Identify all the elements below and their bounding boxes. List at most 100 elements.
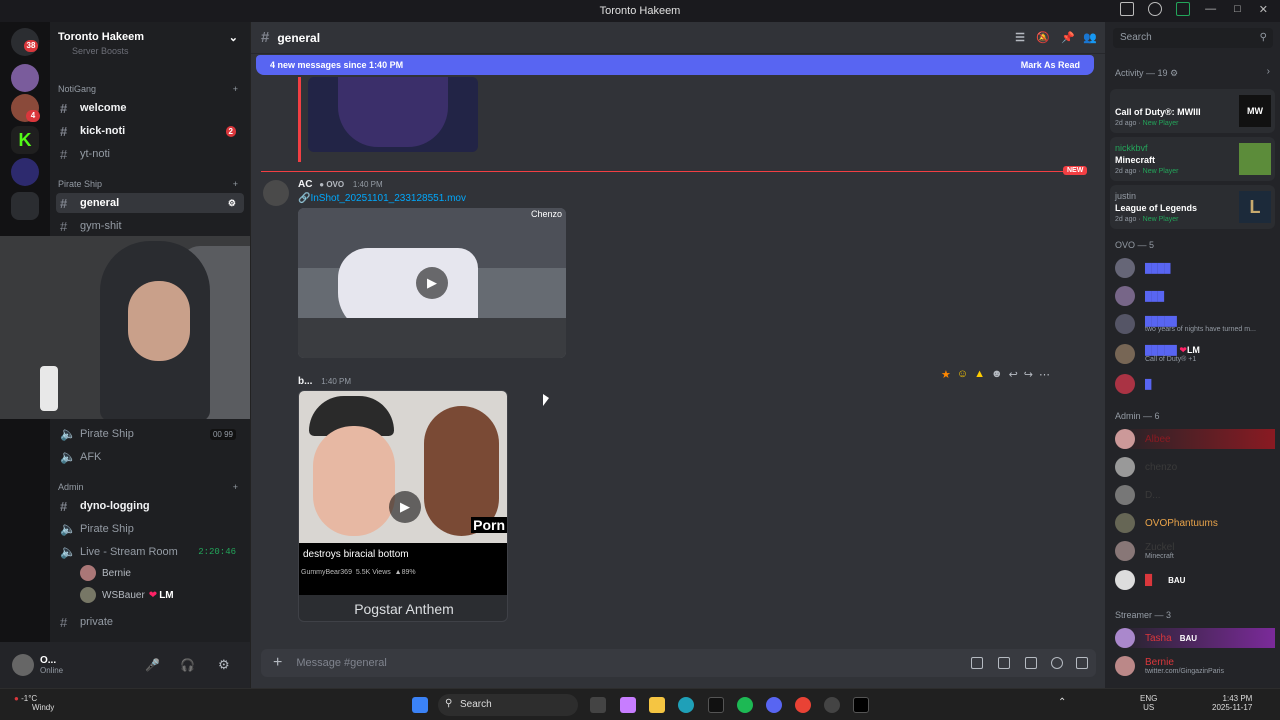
- microphone-icon[interactable]: 🎤: [145, 658, 160, 672]
- hash-icon: #: [60, 123, 68, 139]
- channel-dyno-logging[interactable]: # dyno-logging: [56, 496, 244, 516]
- channel-welcome[interactable]: # welcome: [56, 98, 244, 118]
- close-button[interactable]: ✕: [1259, 3, 1268, 16]
- settings-icon: ⚙: [1170, 68, 1179, 78]
- voice-channel-pirate-ship[interactable]: 🔈 Pirate Ship 00 99: [56, 424, 244, 444]
- emoji-icon[interactable]: [1051, 657, 1063, 669]
- gift-icon[interactable]: [971, 657, 983, 669]
- video-attachment[interactable]: Chenzo ▶: [298, 208, 566, 358]
- mute-icon[interactable]: 🔕: [1036, 31, 1050, 44]
- category-pirate-ship[interactable]: Pirate Ship +: [58, 179, 238, 189]
- language-indicator[interactable]: ENG US: [1140, 694, 1157, 712]
- new-messages-text: 4 new messages since 1:40 PM: [270, 60, 404, 70]
- activity-card[interactable]: justin League of Legends 2d ago · New Pl…: [1110, 185, 1275, 229]
- voice-user-bernie[interactable]: Bernie: [80, 565, 131, 581]
- message-composer[interactable]: + Message #general: [261, 649, 1096, 677]
- voice-channel-live-stream[interactable]: 🔈 Live - Stream Room 2:20:46: [56, 542, 244, 562]
- member[interactable]: █████ ❤LM Call of Duty® +1: [1115, 344, 1200, 364]
- server-icon[interactable]: [11, 158, 39, 186]
- chevron-right-icon[interactable]: ›: [1267, 66, 1270, 77]
- tray-chevron-icon[interactable]: ⌃: [1058, 697, 1066, 708]
- thumbs-up-icon[interactable]: ▲: [974, 368, 985, 380]
- avatar[interactable]: [12, 654, 34, 676]
- activity-card[interactable]: nickkbvf Minecraft 2d ago · New Player: [1110, 137, 1275, 181]
- obs-icon[interactable]: [824, 697, 840, 713]
- activity-header[interactable]: Activity — 19 ⚙: [1115, 68, 1178, 79]
- video-embed[interactable]: Porn ▶ destroys biracial bottom GummyBea…: [298, 390, 508, 622]
- members-icon[interactable]: 👥: [1083, 31, 1097, 44]
- inbox-icon[interactable]: [1120, 2, 1134, 16]
- window-title: Toronto Hakeem: [599, 5, 681, 17]
- gif-icon[interactable]: [998, 657, 1010, 669]
- channel-kick-noti[interactable]: # kick-noti 2: [56, 121, 244, 141]
- folder-icon[interactable]: [11, 192, 39, 220]
- sticker-icon[interactable]: [1025, 657, 1037, 669]
- start-icon[interactable]: [412, 697, 428, 713]
- headphones-icon[interactable]: 🎧: [180, 658, 195, 672]
- channel-gym[interactable]: # gym-shit: [56, 216, 244, 236]
- message-author[interactable]: AC ● OVO 1:40 PM: [298, 179, 383, 190]
- member[interactable]: D...: [1115, 485, 1161, 505]
- threads-icon[interactable]: ☰: [1015, 31, 1025, 44]
- member[interactable]: Tasha BAU: [1115, 628, 1275, 648]
- member[interactable]: █: [1115, 374, 1151, 394]
- play-icon[interactable]: ▶: [416, 267, 448, 299]
- member[interactable]: chenzo: [1115, 457, 1177, 477]
- member[interactable]: Zuckel Minecraft: [1115, 541, 1174, 561]
- settings-icon[interactable]: ⚙: [218, 657, 230, 673]
- activity-card[interactable]: Call of Duty®: MWIII 2d ago · New Player…: [1110, 89, 1275, 133]
- channel-general[interactable]: # general ⚙: [56, 193, 244, 213]
- maximize-button[interactable]: □: [1234, 3, 1241, 16]
- previous-image[interactable]: [308, 77, 478, 152]
- new-messages-bar[interactable]: 4 new messages since 1:40 PM Mark As Rea…: [256, 55, 1094, 75]
- more-icon[interactable]: ⋯: [1039, 368, 1050, 381]
- member[interactable]: Bernie twitter.com/GingazinParis: [1115, 656, 1224, 676]
- tiktok-icon[interactable]: [853, 697, 869, 713]
- channel-private[interactable]: # private: [56, 612, 244, 632]
- server-icon[interactable]: [11, 64, 39, 92]
- member[interactable]: ███: [1115, 286, 1164, 306]
- rofl-reaction-icon[interactable]: ☺: [957, 368, 968, 380]
- apps-icon[interactable]: [1076, 657, 1088, 669]
- taskbar-search[interactable]: ⚲ Search: [438, 694, 578, 716]
- server-boosts[interactable]: Server Boosts: [72, 46, 129, 56]
- spotify-icon[interactable]: [737, 697, 753, 713]
- add-attachment-icon[interactable]: +: [273, 654, 282, 672]
- weather-widget[interactable]: ● -1°C Windy: [14, 694, 54, 712]
- forward-icon[interactable]: ↪: [1024, 368, 1033, 381]
- hash-icon: #: [60, 498, 68, 514]
- download-icon[interactable]: [1176, 2, 1190, 16]
- voice-channel-admin-pirate[interactable]: 🔈 Pirate Ship: [56, 519, 244, 539]
- search-input[interactable]: Search ⚲: [1113, 28, 1273, 48]
- voice-channel-afk[interactable]: 🔈 AFK: [56, 447, 244, 467]
- member[interactable]: ████: [1115, 258, 1171, 278]
- minimize-button[interactable]: —: [1205, 3, 1216, 16]
- pin-icon[interactable]: 📌: [1061, 31, 1075, 44]
- help-icon[interactable]: [1148, 2, 1162, 16]
- reply-icon[interactable]: ↩: [1009, 368, 1018, 381]
- discord-icon[interactable]: [766, 697, 782, 713]
- chrome-icon[interactable]: [795, 697, 811, 713]
- member[interactable]: █ BAU: [1115, 570, 1185, 590]
- play-icon[interactable]: ▶: [389, 491, 421, 523]
- mark-as-read-button[interactable]: Mark As Read: [1021, 60, 1080, 70]
- member[interactable]: █████ two years of nights have turned m..…: [1115, 314, 1256, 334]
- file-explorer-icon[interactable]: [649, 697, 665, 713]
- fire-reaction-icon[interactable]: ★: [941, 368, 951, 381]
- category-admin[interactable]: Admin +: [58, 482, 238, 492]
- avatar[interactable]: [263, 180, 289, 206]
- attachment-link[interactable]: 🔗InShot_20251101_233128551.mov: [298, 193, 466, 204]
- channel-yt-noti[interactable]: # yt-noti: [56, 144, 244, 164]
- member[interactable]: Albee: [1115, 429, 1275, 449]
- clock[interactable]: 1:43 PM 2025-11-17: [1212, 694, 1252, 712]
- member[interactable]: OVOPhantuums: [1115, 513, 1218, 533]
- voice-user-wsbauer[interactable]: WSBauer ❤ LM: [80, 587, 174, 603]
- add-reaction-icon[interactable]: ☻: [991, 368, 1003, 380]
- task-view-icon[interactable]: [590, 697, 606, 713]
- kick-server-icon[interactable]: K: [11, 126, 39, 154]
- edge-icon[interactable]: [678, 697, 694, 713]
- copilot-icon[interactable]: [620, 697, 636, 713]
- terminal-icon[interactable]: [708, 697, 724, 713]
- category-notigang[interactable]: NotiGang +: [58, 84, 238, 94]
- message-author[interactable]: b... 1:40 PM: [298, 376, 351, 387]
